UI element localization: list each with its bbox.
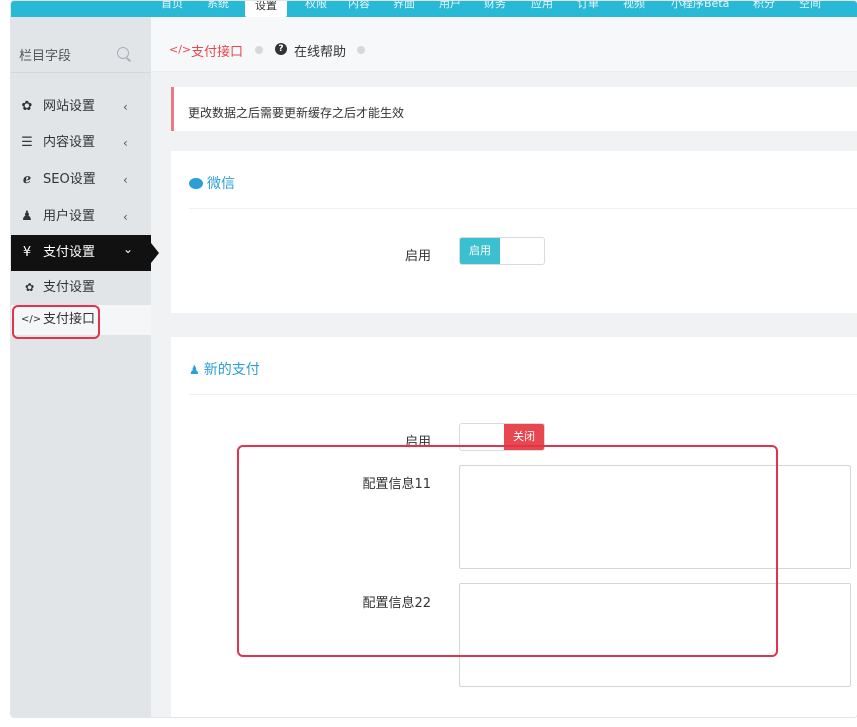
search-icon[interactable] [117,47,129,59]
cache-notice: 更改数据之后需要更新缓存之后才能生效 [171,87,857,131]
sidebar-item-label: 内容设置 [43,135,96,150]
top-nav: 首页 系统 设置 权限 内容 界面 用户 财务 应用 订单 视频 小程序Beta… [11,1,857,17]
new-payment-enable-toggle[interactable]: 关闭 [459,423,545,451]
nav-system[interactable]: 系统 [207,1,229,11]
wechat-panel: 微信 启用 启用 [171,151,857,313]
nav-users[interactable]: 用户 [439,1,461,11]
nav-space[interactable]: 空间 [799,1,821,11]
config-info-22-textarea[interactable] [459,583,851,687]
breadcrumb: </> 支付接口 ? 在线帮助 [151,17,857,72]
sidebar-item-content-settings[interactable]: ☰ 内容设置 ‹ [11,125,151,161]
toggle-on-label: 启用 [460,238,500,264]
nav-video[interactable]: 视频 [623,1,645,11]
toggle-off-label: 关闭 [504,424,544,450]
nav-finance[interactable]: 财务 [484,1,506,11]
code-icon: </> [169,43,192,56]
chevron-left-icon: ‹ [123,100,128,114]
nav-miniprogram[interactable]: 小程序Beta [671,1,729,11]
sidebar-search-label: 栏目字段 [19,49,72,64]
wechat-panel-header: 微信 [189,173,235,193]
sidebar-subitem-payment-interface[interactable]: </> 支付接口 [11,305,151,335]
new-payment-panel-header: ♟ 新的支付 [189,359,260,379]
nav-permissions[interactable]: 权限 [305,1,327,11]
sidebar-item-label: 网站设置 [43,99,96,114]
new-payment-enable-label: 启用 [404,435,431,450]
sidebar-item-user-settings[interactable]: ♟ 用户设置 ‹ [11,199,151,235]
nav-interface[interactable]: 界面 [393,1,415,11]
new-payment-panel: ♟ 新的支付 启用 关闭 配置信息11 配置信息22 [171,337,857,717]
yen-icon: ¥ [22,245,32,260]
panel-divider [189,394,857,395]
sidebar-subitem-label: 支付接口 [43,312,96,327]
wechat-icon [189,178,203,189]
gear-icon: ✿ [25,281,35,294]
breadcrumb-separator-dot [357,46,365,54]
sidebar-divider [11,72,151,73]
nav-orders[interactable]: 订单 [577,1,599,11]
breadcrumb-help-link[interactable]: 在线帮助 [294,41,346,60]
config-info-11-label: 配置信息11 [362,477,431,492]
question-icon: ? [275,43,287,55]
sidebar-item-payment-settings[interactable]: ¥ 支付设置 ⌄ [11,235,159,271]
sidebar-subitem-payment-settings[interactable]: ✿ 支付设置 [11,273,151,303]
sidebar-subitem-label: 支付设置 [43,280,96,295]
nav-settings[interactable]: 设置 [245,1,287,17]
cache-notice-text: 更改数据之后需要更新缓存之后才能生效 [188,106,405,120]
gear-icon: ✿ [21,99,33,114]
sidebar: 栏目字段 ✿ 网站设置 ‹ ☰ 内容设置 ‹ ℯ SEO设置 ‹ ♟ 用户设置 … [11,17,159,717]
panel-divider [189,208,857,209]
sidebar-item-site-settings[interactable]: ✿ 网站设置 ‹ [11,89,151,125]
breadcrumb-current[interactable]: 支付接口 [191,41,243,60]
chevron-left-icon: ‹ [123,136,128,150]
sidebar-item-label: 支付设置 [43,245,96,260]
breadcrumb-separator-dot [255,46,263,54]
user-icon: ♟ [189,363,200,377]
sidebar-item-label: 用户设置 [43,209,96,224]
wechat-enable-toggle[interactable]: 启用 [459,237,545,265]
ie-icon: ℯ [22,172,32,187]
new-payment-panel-title: 新的支付 [203,362,260,378]
chevron-left-icon: ‹ [123,210,128,224]
wechat-panel-title: 微信 [207,176,235,192]
config-info-11-textarea[interactable] [459,465,851,569]
nav-apps[interactable]: 应用 [531,1,553,11]
app-frame: 首页 系统 设置 权限 内容 界面 用户 财务 应用 订单 视频 小程序Beta… [10,0,857,718]
nav-home[interactable]: 首页 [161,1,183,11]
user-icon: ♟ [21,209,33,224]
wechat-enable-label: 启用 [404,249,431,264]
nav-content[interactable]: 内容 [348,1,370,11]
chevron-down-icon: ⌄ [123,242,134,256]
sidebar-item-seo-settings[interactable]: ℯ SEO设置 ‹ [11,162,151,198]
chevron-left-icon: ‹ [123,173,128,187]
sidebar-item-label: SEO设置 [43,172,96,187]
config-info-22-label: 配置信息22 [362,596,431,611]
code-icon: </> [21,314,42,325]
nav-points[interactable]: 积分 [753,1,775,11]
list-icon: ☰ [21,135,33,150]
